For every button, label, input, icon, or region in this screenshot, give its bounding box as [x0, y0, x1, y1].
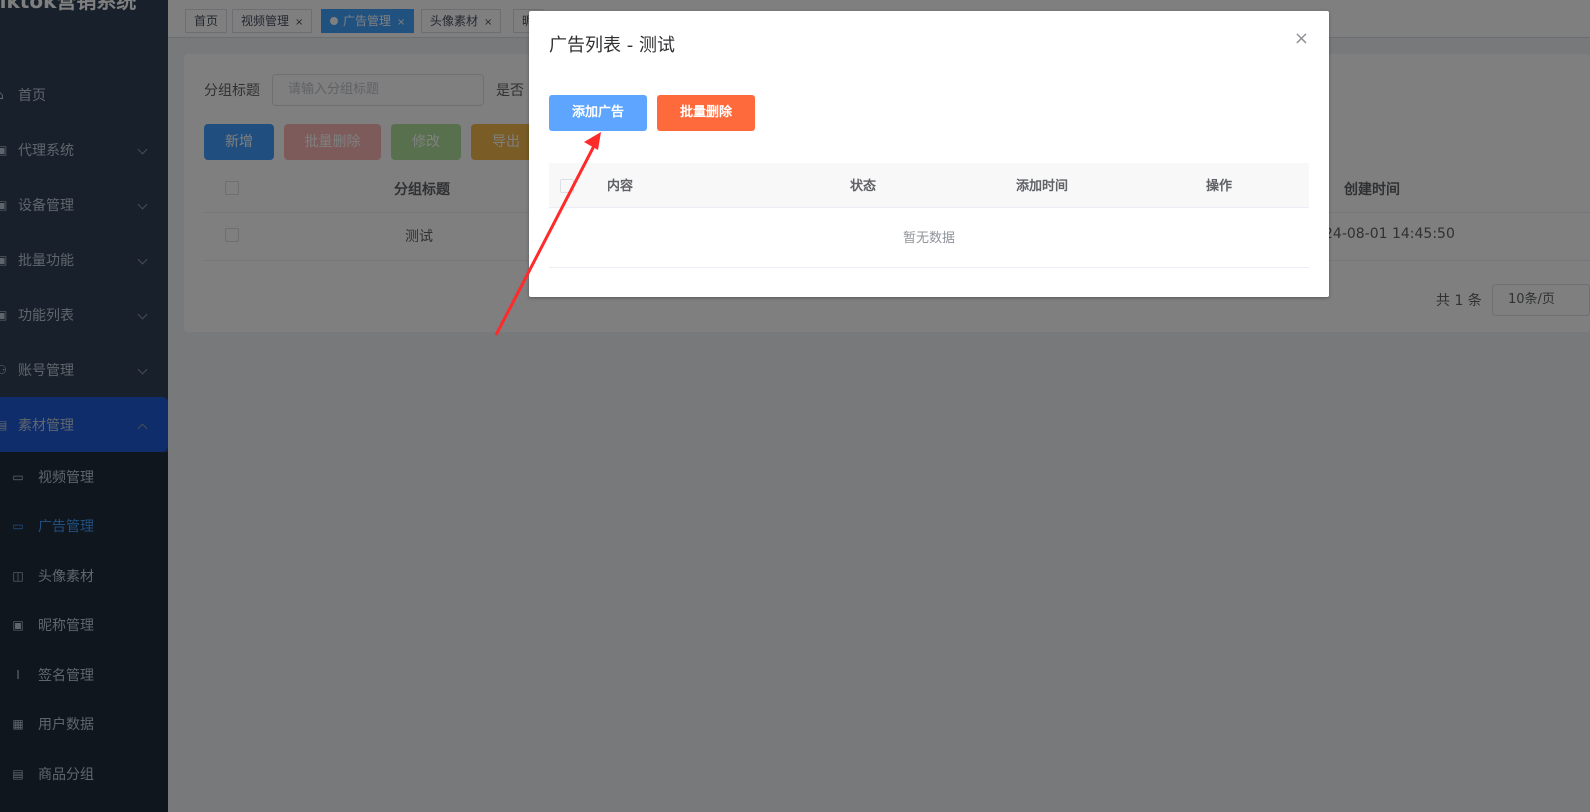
dialog-batch-delete-button[interactable]: 批量删除 — [657, 95, 755, 131]
dialog-table-divider — [549, 207, 1309, 208]
dialog-column-content: 内容 — [607, 179, 634, 194]
add-ad-button[interactable]: 添加广告 — [549, 95, 647, 131]
dialog-table-divider — [549, 267, 1309, 268]
dialog-column-added-time: 添加时间 — [1016, 179, 1069, 194]
dialog-column-status: 状态 — [850, 179, 877, 194]
empty-state-text: 暂无数据 — [902, 231, 955, 246]
ad-list-dialog: 广告列表 - 测试 × 添加广告 批量删除 内容 状态 添加时间 操作 暂无数据 — [529, 11, 1329, 297]
dialog-title: 广告列表 - 测试 — [549, 35, 675, 56]
dialog-column-actions: 操作 — [1206, 179, 1233, 194]
dialog-table-header — [549, 163, 1309, 207]
close-icon[interactable]: × — [1294, 29, 1309, 49]
dialog-select-all-checkbox[interactable] — [560, 179, 574, 193]
